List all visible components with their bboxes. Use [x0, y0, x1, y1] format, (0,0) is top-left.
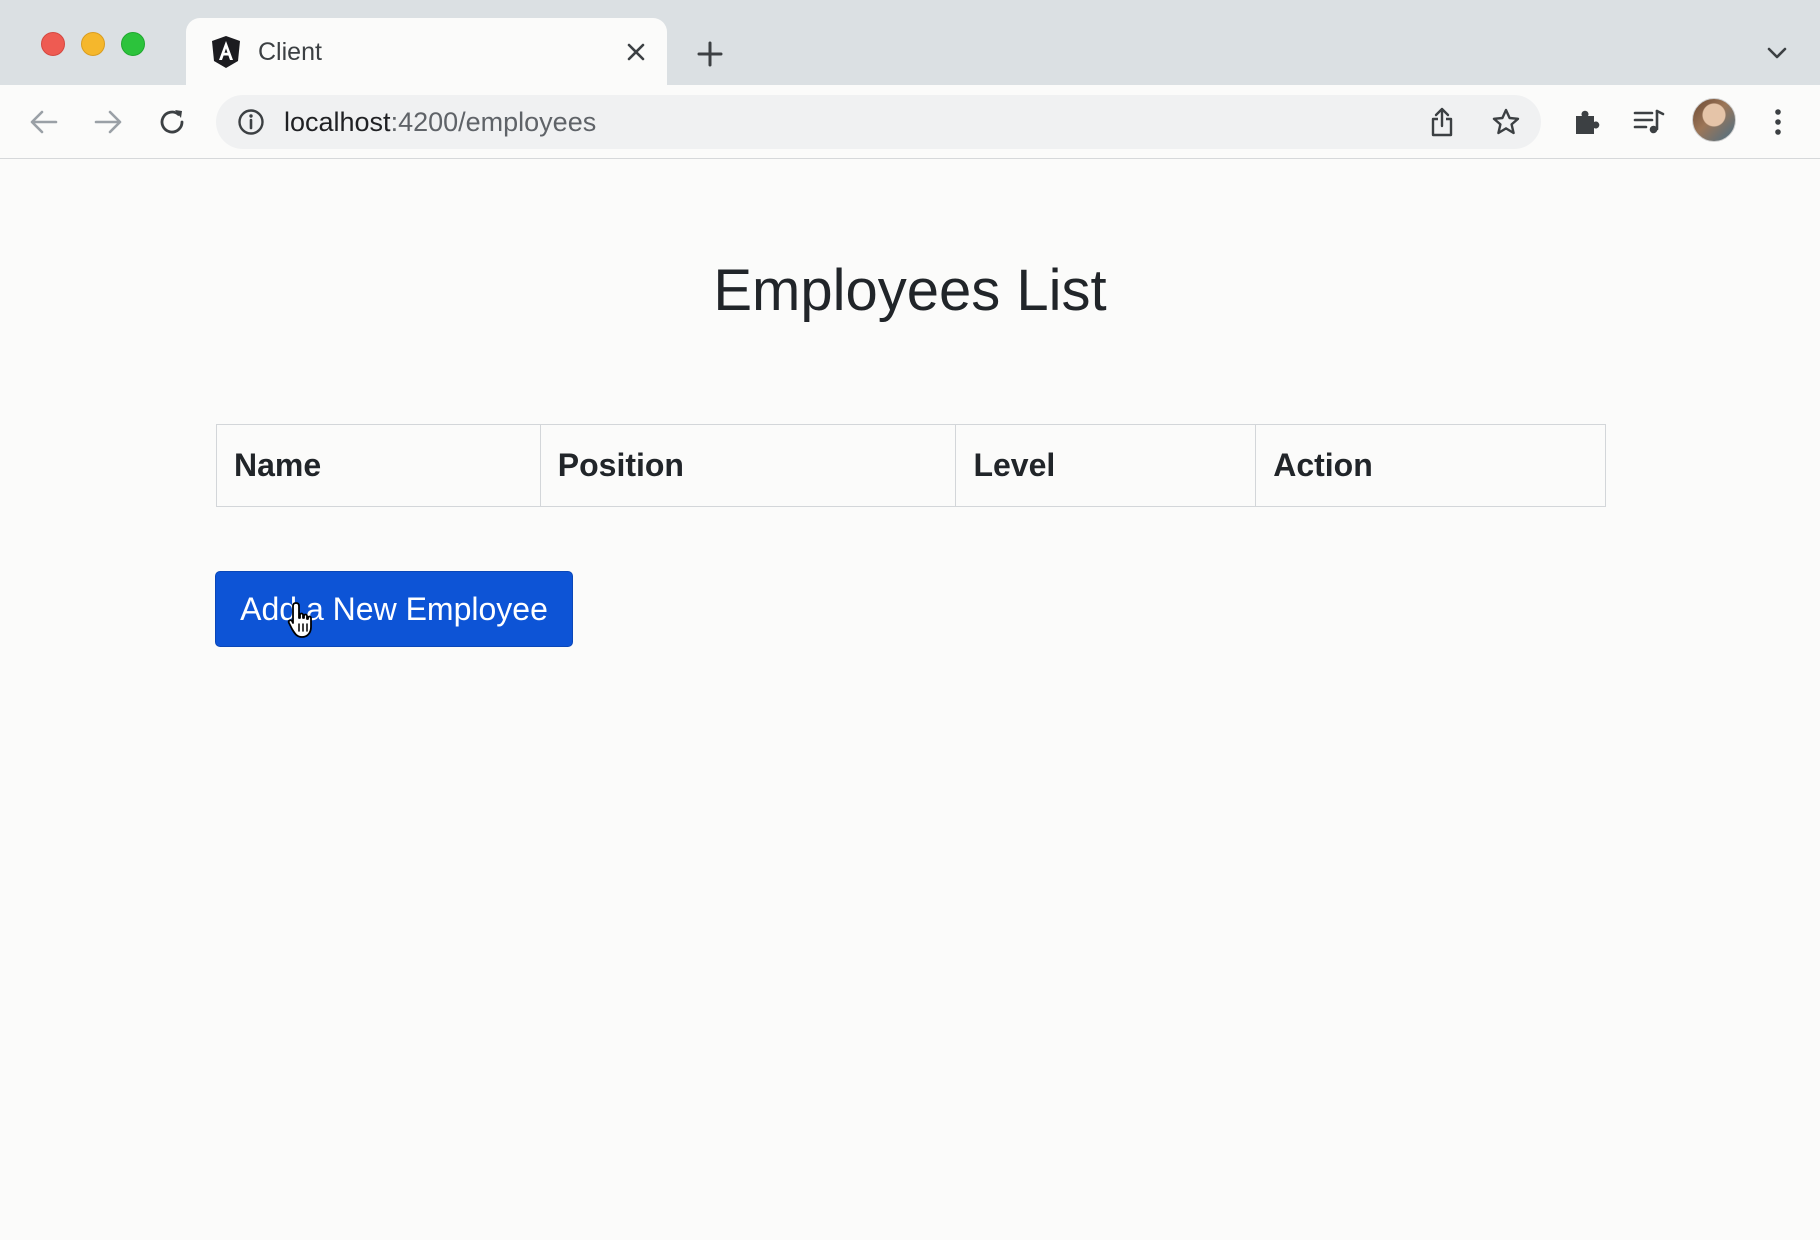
tab-strip: Client	[0, 0, 1820, 85]
share-icon[interactable]	[1426, 106, 1458, 138]
star-icon[interactable]	[1490, 106, 1522, 138]
info-icon[interactable]	[236, 107, 266, 137]
column-header-action: Action	[1255, 424, 1606, 507]
column-header-position: Position	[539, 424, 957, 507]
close-icon[interactable]	[622, 38, 650, 66]
chevron-down-icon[interactable]	[1762, 38, 1792, 68]
browser-window: Client localhost:4200/employees Employee…	[0, 0, 1820, 1240]
maximize-window-button[interactable]	[121, 32, 145, 56]
page-title: Employees List	[713, 258, 1107, 323]
column-header-name: Name	[216, 424, 541, 507]
employees-table: Name Position Level Action	[216, 424, 1606, 507]
page-content: Employees List Name Position Level Actio…	[0, 160, 1820, 1240]
column-header-level: Level	[955, 424, 1257, 507]
close-window-button[interactable]	[41, 32, 65, 56]
plus-icon[interactable]	[692, 36, 728, 72]
angular-icon	[210, 35, 242, 69]
hand-cursor-icon	[286, 600, 320, 640]
puzzle-icon[interactable]	[1566, 102, 1606, 142]
url-text[interactable]: localhost:4200/employees	[284, 107, 596, 137]
reload-icon[interactable]	[152, 102, 192, 142]
browser-toolbar: localhost:4200/employees	[0, 85, 1820, 159]
arrow-right-icon[interactable]	[88, 102, 128, 142]
tab-title: Client	[258, 38, 322, 66]
minimize-window-button[interactable]	[81, 32, 105, 56]
arrow-left-icon[interactable]	[24, 102, 64, 142]
media-queue-icon[interactable]	[1629, 102, 1669, 142]
profile-avatar[interactable]	[1692, 98, 1736, 142]
add-employee-button[interactable]: Add a New Employee	[215, 571, 573, 647]
url-host: localhost	[284, 107, 391, 137]
more-vert-icon[interactable]	[1758, 102, 1798, 142]
address-bar[interactable]: localhost:4200/employees	[216, 95, 1541, 149]
url-path: :4200/employees	[390, 107, 597, 137]
tab-client[interactable]: Client	[186, 18, 667, 85]
table-header-row: Name Position Level Action	[216, 424, 1606, 507]
